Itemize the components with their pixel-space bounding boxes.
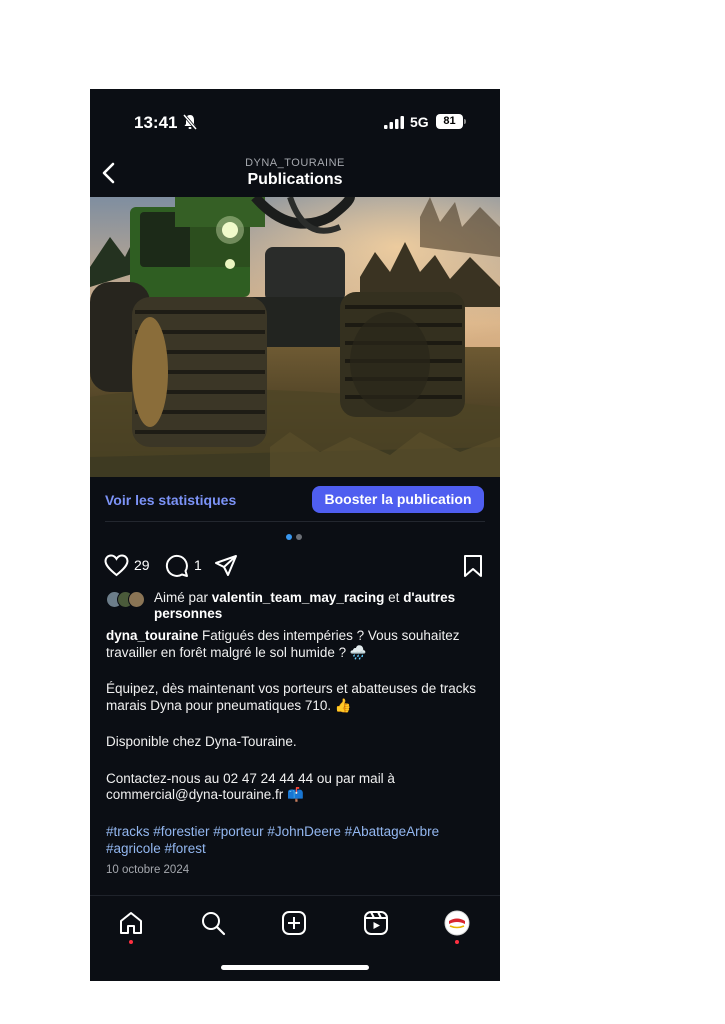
profile-avatar-icon[interactable]	[444, 910, 470, 936]
post-actions-row: Voir les statistiques Booster la publica…	[90, 477, 500, 521]
divider	[105, 521, 485, 522]
page-title: Publications	[247, 171, 343, 188]
likes-count[interactable]: 29	[134, 557, 150, 573]
carousel-dot-active	[286, 534, 292, 540]
page-header: DYNA_TOURAINE Publications	[90, 149, 500, 197]
post-hashtags[interactable]: #tracks #forestier #porteur #JohnDeere #…	[106, 824, 490, 857]
battery-level: 81	[436, 114, 463, 129]
search-icon[interactable]	[200, 910, 226, 936]
post-caption: dyna_touraine Fatigués des intempéries ?…	[106, 628, 490, 804]
caption-username[interactable]: dyna_touraine	[106, 628, 198, 643]
post-date: 10 octobre 2024	[106, 864, 190, 876]
liked-by-connector: et	[388, 590, 400, 605]
home-notification-dot	[129, 940, 133, 944]
heart-icon[interactable]	[104, 554, 129, 577]
liked-by-prefix: Aimé par	[154, 590, 209, 605]
comment-icon[interactable]	[165, 554, 189, 578]
liked-by: Aimé par valentin_team_may_racing et d'a…	[106, 590, 486, 622]
view-stats-link[interactable]: Voir les statistiques	[105, 492, 236, 508]
engagement-bar: 29 1	[90, 549, 500, 583]
share-icon[interactable]	[214, 554, 238, 578]
post-photo[interactable]	[90, 197, 500, 477]
home-icon[interactable]	[118, 910, 144, 936]
caption-line-4: Contactez-nous au 02 47 24 44 44 ou par …	[106, 770, 395, 803]
caption-line-3: Disponible chez Dyna-Touraine.	[106, 734, 297, 749]
battery-tip	[464, 119, 466, 124]
carousel-dots	[286, 534, 306, 540]
profile-notification-dot	[455, 940, 459, 944]
status-time: 13:41	[134, 113, 178, 132]
comments-count[interactable]: 1	[194, 557, 202, 573]
signal-icon	[384, 116, 404, 129]
avatar	[128, 591, 145, 608]
forestry-machine-photo	[90, 197, 500, 477]
caption-line-2: Équipez, dès maintenant vos porteurs et …	[106, 681, 476, 713]
header-account-name: DYNA_TOURAINE	[245, 157, 345, 169]
network-type: 5G	[410, 114, 429, 130]
liked-by-user[interactable]: valentin_team_may_racing	[212, 590, 385, 605]
bell-muted-icon	[182, 114, 198, 130]
status-bar: 13:41 5G 81	[90, 89, 500, 149]
boost-post-button[interactable]: Booster la publication	[312, 486, 484, 513]
home-indicator	[221, 965, 369, 970]
create-icon[interactable]	[281, 910, 307, 936]
bookmark-icon[interactable]	[462, 554, 484, 578]
phone-screen: 13:41 5G 81 DYNA_TOURAINE Publications V…	[90, 89, 500, 981]
liker-avatars	[106, 591, 152, 608]
reels-icon[interactable]	[363, 910, 389, 936]
carousel-dot	[296, 534, 302, 540]
